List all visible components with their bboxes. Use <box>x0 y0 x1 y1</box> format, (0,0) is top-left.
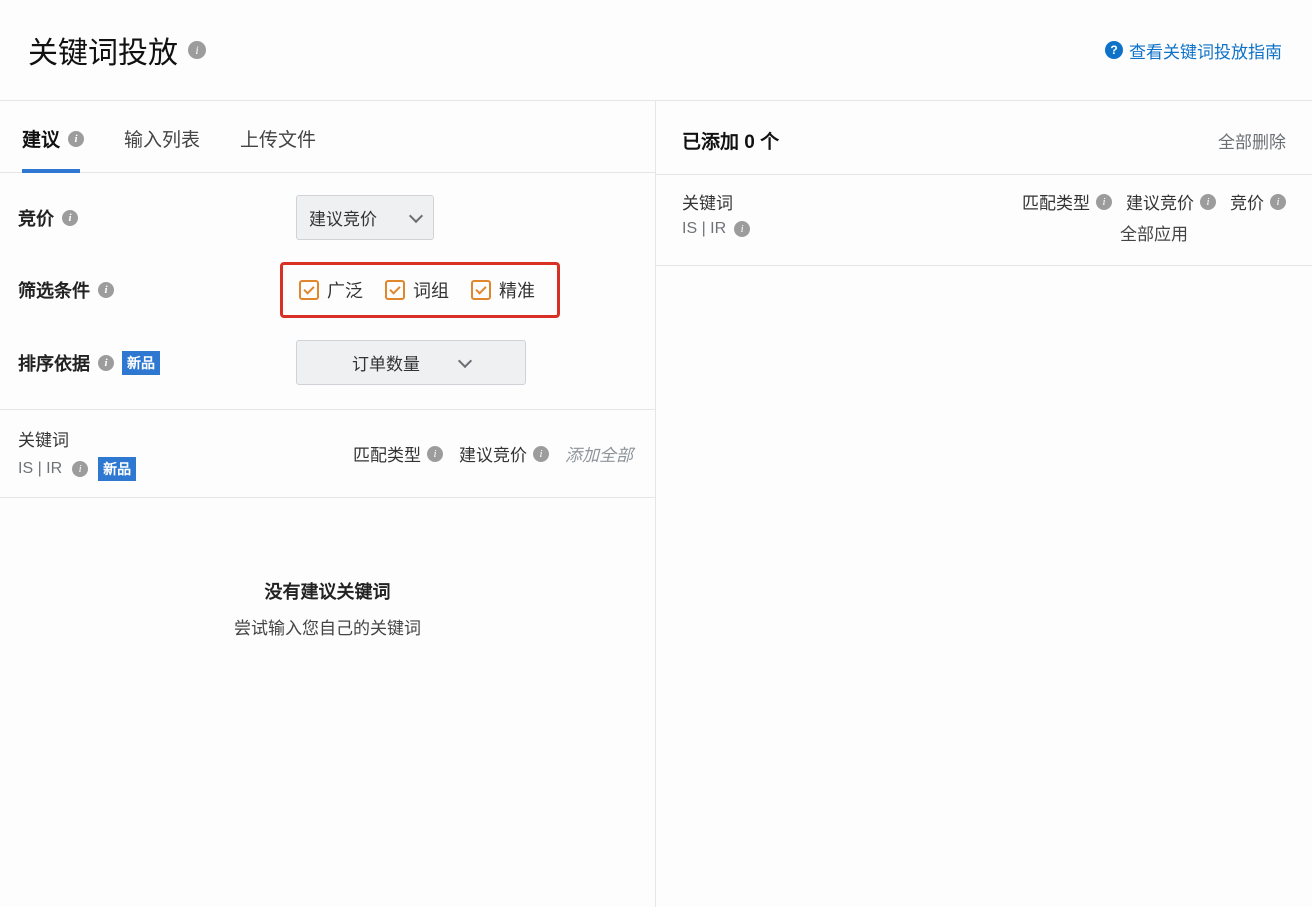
new-badge: 新品 <box>122 351 160 375</box>
empty-state: 没有建议关键词 尝试输入您自己的关键词 <box>0 498 655 639</box>
tabs: 建议 i 输入列表 上传文件 <box>0 101 655 173</box>
match-type-col: 匹配类型 i <box>353 441 443 466</box>
filter-label: 筛选条件 i <box>18 277 188 303</box>
chevron-down-icon <box>409 208 423 222</box>
info-icon[interactable]: i <box>68 131 84 147</box>
tab-upload[interactable]: 上传文件 <box>240 125 316 172</box>
checkbox-label: 精准 <box>499 277 535 303</box>
col-text: 建议竞价 <box>1126 189 1194 214</box>
checkbox-icon <box>385 280 405 300</box>
help-icon: ? <box>1105 41 1123 59</box>
checkbox-broad[interactable]: 广泛 <box>299 277 363 303</box>
info-icon[interactable]: i <box>1096 194 1112 210</box>
sort-label: 排序依据 i 新品 <box>18 350 188 376</box>
left-column: 建议 i 输入列表 上传文件 竞价 i 建议竞价 <box>0 101 656 907</box>
right-right: 匹配类型 i 建议竞价 i 竞价 i 全部应用 <box>1022 189 1286 245</box>
tab-input-list[interactable]: 输入列表 <box>124 125 200 172</box>
bid-row: 竞价 i 建议竞价 <box>18 195 633 240</box>
suggest-bid-col: 建议竞价 i <box>459 441 549 466</box>
checkbox-label: 词组 <box>413 277 449 303</box>
dropdown-value: 建议竞价 <box>309 205 377 230</box>
keyword-col: 关键词 <box>18 426 136 451</box>
sort-dropdown[interactable]: 订单数量 <box>296 340 526 385</box>
checkbox-label: 广泛 <box>327 277 363 303</box>
title-wrap: 关键词投放 i <box>28 28 206 72</box>
isir-col: IS | IR i 新品 <box>18 457 136 481</box>
info-icon[interactable]: i <box>427 446 443 462</box>
bid-label: 竞价 i <box>18 205 188 231</box>
info-icon[interactable]: i <box>98 282 114 298</box>
added-count: 已添加 0 个 <box>682 127 779 154</box>
col-text: 建议竞价 <box>459 441 527 466</box>
filter-highlight: 广泛 词组 精准 <box>280 262 560 318</box>
right-cols-row: 匹配类型 i 建议竞价 i 竞价 i <box>1022 189 1286 214</box>
columns: 建议 i 输入列表 上传文件 竞价 i 建议竞价 <box>0 101 1312 907</box>
help-link[interactable]: ? 查看关键词投放指南 <box>1105 38 1282 63</box>
col-text: 匹配类型 <box>353 441 421 466</box>
info-icon[interactable]: i <box>62 210 78 226</box>
tab-suggest[interactable]: 建议 i <box>22 125 84 172</box>
info-icon[interactable]: i <box>188 41 206 59</box>
page-header: 关键词投放 i ? 查看关键词投放指南 <box>0 0 1312 101</box>
help-link-text: 查看关键词投放指南 <box>1129 38 1282 63</box>
isir-col: IS | IR i <box>682 220 750 238</box>
list-header: 关键词 IS | IR i 新品 匹配类型 i 建议竞价 i 添加全部 <box>0 410 655 498</box>
list-header-right: 匹配类型 i 建议竞价 i 添加全部 <box>353 441 633 466</box>
right-columns-header: 关键词 IS | IR i 匹配类型 i 建议竞价 i <box>656 175 1312 266</box>
info-icon[interactable]: i <box>98 355 114 371</box>
checkbox-icon <box>471 280 491 300</box>
right-header: 已添加 0 个 全部删除 <box>656 101 1312 175</box>
tab-label: 输入列表 <box>124 125 200 152</box>
tab-label: 上传文件 <box>240 125 316 152</box>
chevron-down-icon <box>458 353 472 367</box>
info-icon[interactable]: i <box>1200 194 1216 210</box>
sort-row: 排序依据 i 新品 订单数量 <box>18 340 633 385</box>
page-title: 关键词投放 <box>28 28 178 72</box>
apply-all-link[interactable]: 全部应用 <box>1022 220 1286 245</box>
new-badge: 新品 <box>98 457 136 481</box>
right-column: 已添加 0 个 全部删除 关键词 IS | IR i 匹配类型 i 建议竞价 <box>656 101 1312 907</box>
bid-dropdown[interactable]: 建议竞价 <box>296 195 434 240</box>
col-text: 匹配类型 <box>1022 189 1090 214</box>
label-text: 筛选条件 <box>18 277 90 303</box>
add-all-link[interactable]: 添加全部 <box>565 441 633 466</box>
label-text: 排序依据 <box>18 350 90 376</box>
remove-all-link[interactable]: 全部删除 <box>1218 128 1286 153</box>
keyword-col: 关键词 <box>682 189 750 214</box>
checkbox-phrase[interactable]: 词组 <box>385 277 449 303</box>
isir-text: IS | IR <box>18 460 62 478</box>
controls: 竞价 i 建议竞价 筛选条件 i 广泛 <box>0 173 655 410</box>
info-icon[interactable]: i <box>533 446 549 462</box>
col-text: 竞价 <box>1230 189 1264 214</box>
info-icon[interactable]: i <box>1270 194 1286 210</box>
filter-row: 筛选条件 i 广泛 词组 精准 <box>18 262 633 318</box>
match-type-col: 匹配类型 i <box>1022 189 1112 214</box>
list-header-left: 关键词 IS | IR i 新品 <box>18 426 136 481</box>
isir-text: IS | IR <box>682 220 726 238</box>
checkbox-exact[interactable]: 精准 <box>471 277 535 303</box>
empty-subtitle: 尝试输入您自己的关键词 <box>0 614 655 639</box>
info-icon[interactable]: i <box>734 221 750 237</box>
info-icon[interactable]: i <box>72 461 88 477</box>
suggest-bid-col: 建议竞价 i <box>1126 189 1216 214</box>
tab-label: 建议 <box>22 125 60 152</box>
label-text: 竞价 <box>18 205 54 231</box>
dropdown-value: 订单数量 <box>352 350 420 375</box>
right-left: 关键词 IS | IR i <box>682 189 750 238</box>
bid-col: 竞价 i <box>1230 189 1286 214</box>
checkbox-icon <box>299 280 319 300</box>
empty-title: 没有建议关键词 <box>0 578 655 604</box>
